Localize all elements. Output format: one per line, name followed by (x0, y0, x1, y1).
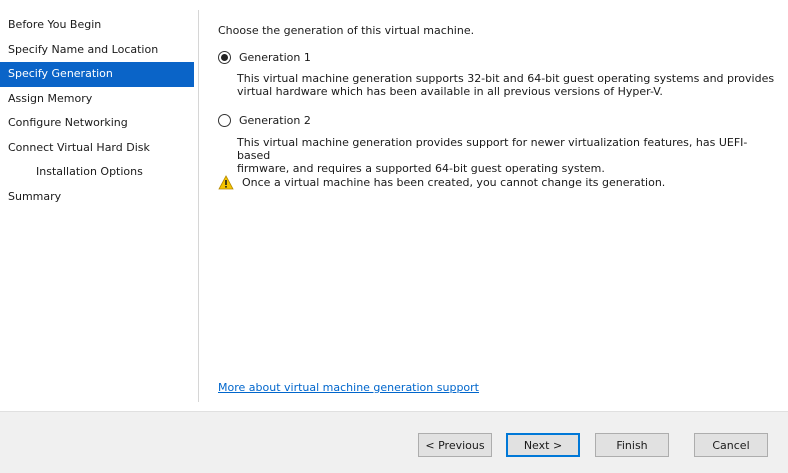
generation-1-description: This virtual machine generation supports… (237, 72, 775, 98)
generation-2-radio-option[interactable]: Generation 2 (218, 114, 311, 127)
warning-text: Once a virtual machine has been created,… (242, 176, 666, 189)
nav-item-assign-memory[interactable]: Assign Memory (0, 87, 194, 112)
intro-text: Choose the generation of this virtual ma… (218, 24, 475, 37)
generation-2-description: This virtual machine generation provides… (237, 136, 748, 175)
generation-2-label[interactable]: Generation 2 (239, 114, 311, 127)
wizard-step-list: Before You Begin Specify Name and Locati… (0, 13, 194, 209)
previous-button[interactable]: < Previous (418, 433, 492, 457)
cancel-button[interactable]: Cancel (694, 433, 768, 457)
wizard-footer: < Previous Next > Finish Cancel (0, 411, 788, 473)
generation-2-radio[interactable] (218, 114, 231, 127)
nav-item-installation-options[interactable]: Installation Options (0, 160, 194, 185)
finish-button[interactable]: Finish (595, 433, 669, 457)
next-button[interactable]: Next > (506, 433, 580, 457)
nav-divider (198, 10, 199, 402)
nav-item-specify-name-location[interactable]: Specify Name and Location (0, 38, 194, 63)
generation-1-label[interactable]: Generation 1 (239, 51, 311, 64)
generation-1-radio-option[interactable]: Generation 1 (218, 51, 311, 64)
warning-icon (218, 175, 234, 190)
nav-item-before-you-begin[interactable]: Before You Begin (0, 13, 194, 38)
nav-item-connect-virtual-hard-disk[interactable]: Connect Virtual Hard Disk (0, 136, 194, 161)
generation-1-radio[interactable] (218, 51, 231, 64)
nav-item-summary[interactable]: Summary (0, 185, 194, 210)
generation-support-link[interactable]: More about virtual machine generation su… (218, 381, 479, 394)
generation-warning: Once a virtual machine has been created,… (218, 175, 665, 190)
nav-item-configure-networking[interactable]: Configure Networking (0, 111, 194, 136)
nav-item-specify-generation[interactable]: Specify Generation (0, 62, 194, 87)
